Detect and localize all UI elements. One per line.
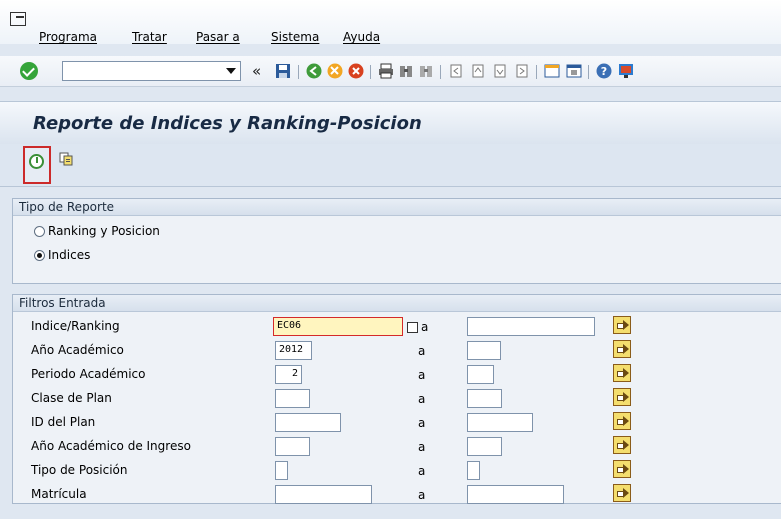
filter-row-matricula: Matrícula a (13, 483, 781, 505)
radio-indices[interactable]: Indices (34, 248, 90, 262)
input-filters-group: Filtros Entrada Indice/Ranking EC06 a Añ… (12, 294, 781, 504)
to-label: a (418, 464, 426, 478)
command-field[interactable] (62, 61, 241, 81)
clase-de-plan-to-field[interactable] (467, 389, 502, 408)
id-del-plan-from-field[interactable] (275, 413, 341, 432)
execute-button[interactable] (23, 146, 51, 184)
application-toolbar (0, 144, 781, 187)
row-label: Año Académico (31, 343, 124, 357)
multiple-selection-icon[interactable] (407, 322, 418, 333)
menu-ayuda[interactable]: Ayuda (343, 30, 380, 44)
layout-icon[interactable] (618, 63, 634, 79)
toolbar-separator (440, 65, 441, 79)
report-type-group: Tipo de Reporte Ranking y Posicion Indic… (12, 198, 781, 284)
to-label: a (418, 416, 426, 430)
first-page-icon[interactable] (448, 63, 464, 79)
next-page-icon[interactable] (492, 63, 508, 79)
filter-row-id-del-plan: ID del Plan a (13, 411, 781, 433)
row-label: Matrícula (31, 487, 87, 501)
tipo-de-posicion-from-field[interactable] (275, 461, 288, 480)
prev-page-icon[interactable] (470, 63, 486, 79)
ano-academico-ingreso-from-field[interactable] (275, 437, 310, 456)
to-label: a (418, 344, 426, 358)
row-label: Año Académico de Ingreso (31, 439, 191, 453)
toolbar-separator (536, 65, 537, 79)
tipo-de-posicion-to-field[interactable] (467, 461, 480, 480)
collapse-chevron-icon[interactable]: « (252, 62, 261, 80)
indice-ranking-from-field[interactable]: EC06 (273, 317, 403, 336)
filter-row-ano-academico-ingreso: Año Académico de Ingreso a (13, 435, 781, 457)
shortcut-icon[interactable] (566, 63, 582, 79)
filter-row-ano-academico: Año Académico 2012 a (13, 339, 781, 361)
radio-button[interactable] (34, 225, 45, 237)
periodo-academico-from-field[interactable]: 2 (275, 365, 302, 384)
radio-label: Ranking y Posicion (48, 224, 160, 238)
last-page-icon[interactable] (514, 63, 530, 79)
multiple-selection-arrow-icon[interactable] (613, 412, 631, 430)
filter-row-periodo-academico: Periodo Académico 2 a (13, 363, 781, 385)
to-label: a (418, 392, 426, 406)
execute-clock-icon (29, 154, 44, 169)
radio-button-selected[interactable] (34, 249, 45, 261)
toolbar-separator (298, 65, 299, 79)
ano-academico-from-field[interactable]: 2012 (275, 341, 312, 360)
to-label: a (421, 320, 429, 334)
row-label: Periodo Académico (31, 367, 146, 381)
input-filters-header: Filtros Entrada (13, 295, 781, 312)
help-icon[interactable]: ? (596, 63, 612, 79)
clase-de-plan-from-field[interactable] (275, 389, 310, 408)
menu-programa[interactable]: Programa (39, 30, 97, 44)
svg-text:?: ? (601, 65, 607, 78)
row-label: ID del Plan (31, 415, 96, 429)
new-session-icon[interactable] (544, 63, 560, 79)
menu-sistema[interactable]: Sistema (271, 30, 319, 44)
enter-check-icon[interactable] (20, 62, 38, 80)
filter-row-tipo-de-posicion: Tipo de Posición a (13, 459, 781, 481)
menu-pasar-a[interactable]: Pasar a (196, 30, 240, 44)
radio-label: Indices (48, 248, 91, 262)
exit-icon[interactable] (327, 63, 343, 79)
menu-tratar[interactable]: Tratar (132, 30, 167, 44)
row-label: Indice/Ranking (31, 319, 120, 333)
page-title: Reporte de Indices y Ranking-Posicion (33, 113, 422, 134)
save-icon[interactable] (275, 63, 291, 79)
to-label: a (418, 440, 426, 454)
ano-academico-ingreso-to-field[interactable] (467, 437, 502, 456)
periodo-academico-to-field[interactable] (467, 365, 494, 384)
filter-row-clase-de-plan: Clase de Plan a (13, 387, 781, 409)
multiple-selection-arrow-icon[interactable] (613, 316, 631, 334)
menu-bar: Programa Tratar Pasar a Sistema Ayuda (0, 0, 781, 44)
indice-ranking-to-field[interactable] (467, 317, 595, 336)
multiple-selection-arrow-icon[interactable] (613, 364, 631, 382)
get-variant-icon[interactable] (59, 152, 74, 166)
find-next-icon[interactable] (418, 63, 434, 79)
chevron-down-icon[interactable] (226, 68, 236, 74)
multiple-selection-arrow-icon[interactable] (613, 436, 631, 454)
id-del-plan-to-field[interactable] (467, 413, 533, 432)
ano-academico-to-field[interactable] (467, 341, 501, 360)
row-label: Tipo de Posición (31, 463, 128, 477)
cancel-icon[interactable] (348, 63, 364, 79)
report-type-header: Tipo de Reporte (13, 199, 781, 216)
multiple-selection-arrow-icon[interactable] (613, 484, 631, 502)
radio-ranking-posicion[interactable]: Ranking y Posicion (34, 224, 160, 238)
toolbar-separator (588, 65, 589, 79)
multiple-selection-arrow-icon[interactable] (613, 340, 631, 358)
matricula-from-field[interactable] (275, 485, 372, 504)
sap-menu-icon[interactable] (10, 12, 26, 26)
to-label: a (418, 368, 426, 382)
multiple-selection-arrow-icon[interactable] (613, 460, 631, 478)
standard-toolbar: « ? (0, 56, 781, 87)
find-icon[interactable] (398, 63, 414, 79)
row-label: Clase de Plan (31, 391, 112, 405)
back-icon[interactable] (306, 63, 322, 79)
multiple-selection-arrow-icon[interactable] (613, 388, 631, 406)
matricula-to-field[interactable] (467, 485, 564, 504)
to-label: a (418, 488, 426, 502)
filter-row-indice-ranking: Indice/Ranking EC06 a (13, 315, 781, 337)
title-bar: Reporte de Indices y Ranking-Posicion (0, 101, 781, 145)
print-icon[interactable] (378, 63, 394, 79)
toolbar-separator (370, 65, 371, 79)
